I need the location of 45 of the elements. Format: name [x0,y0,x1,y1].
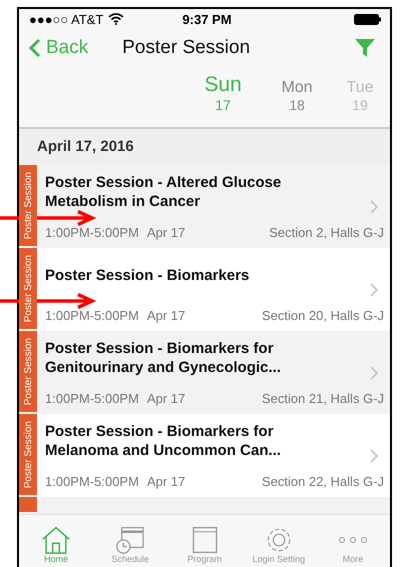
session-location: Section 22, Halls G-J [262,474,384,489]
session-location: Section 2, Halls G-J [269,225,384,240]
status-time: 9:37 PM [182,12,233,26]
wifi-icon [108,13,124,25]
session-row[interactable]: Poster Session Poster Session - Biomarkers for Genitourinary and Gynecologic... 1:00PM-5:00PM Apr 17 Section 21, Halls G-J [19,331,390,414]
track-tag: Poster Session [19,248,37,331]
session-location: Section 20, Halls G-J [262,308,384,323]
chevron-right-icon [370,200,378,214]
session-title: Poster Session - Biomarkers for Melanoma and Uncommon Can... [45,422,282,460]
session-date: Apr 17 [146,225,186,240]
session-title: Poster Session - Biomarkers [45,266,250,286]
session-location: Section 21, Halls G-J [262,391,384,406]
session-time: 1:00PM-5:00PM [45,474,139,489]
session-row[interactable]: Poster Session Poster Session - Biomarkers for Melanoma and Uncommon Can... 1:00PM-5:00PM Apr 17 Section 22, Halls G-J [19,414,390,497]
track-tag: Poster Session [19,414,37,497]
session-title: Poster Session - Altered Glucose Metabolism in Cancer [45,173,282,211]
session-time: 1:00PM-5:00PM [45,225,139,240]
day-tab[interactable]: Mon 18 [266,67,328,127]
chevron-left-icon [29,38,41,58]
battery-icon [354,14,382,24]
tab-bar-item[interactable]: More [316,515,390,567]
session-row[interactable]: Poster Session Poster Session - Biomarkers 1:00PM-5:00PM Apr 17 Section 20, Halls G-J [19,248,390,331]
session-time: 1:00PM-5:00PM [45,308,139,323]
tab-bar-item[interactable]: Login Setting [242,515,316,567]
day-tab[interactable]: Sun 17 [192,67,254,127]
session-date: Apr 17 [146,474,186,489]
chevron-right-icon [370,366,378,380]
session-date: Apr 17 [146,308,186,323]
chevron-right-icon [370,448,378,462]
track-tag: Poster Session [19,165,37,248]
track-tag: Poster Session [19,331,37,414]
tab-bar-item[interactable]: Schedule [93,515,168,567]
day-tab[interactable]: Tue 19 [340,67,380,127]
session-date: Apr 17 [146,391,186,406]
back-button[interactable]: Back [29,37,88,59]
session-time: 1:00PM-5:00PM [45,391,139,406]
tab-bar-item[interactable]: Program [167,515,242,567]
session-title: Poster Session - Biomarkers for Genitourinary and Gynecologic... [45,339,282,377]
carrier-text: ●●●○○ AT&T [29,12,104,26]
section-header: April 17, 2016 [19,129,390,165]
tab-bar-item[interactable]: Home [19,515,94,567]
more-icon [338,536,368,544]
filter-icon[interactable] [354,37,376,59]
page-title: Poster Session [122,37,252,59]
chevron-right-icon [370,282,378,296]
